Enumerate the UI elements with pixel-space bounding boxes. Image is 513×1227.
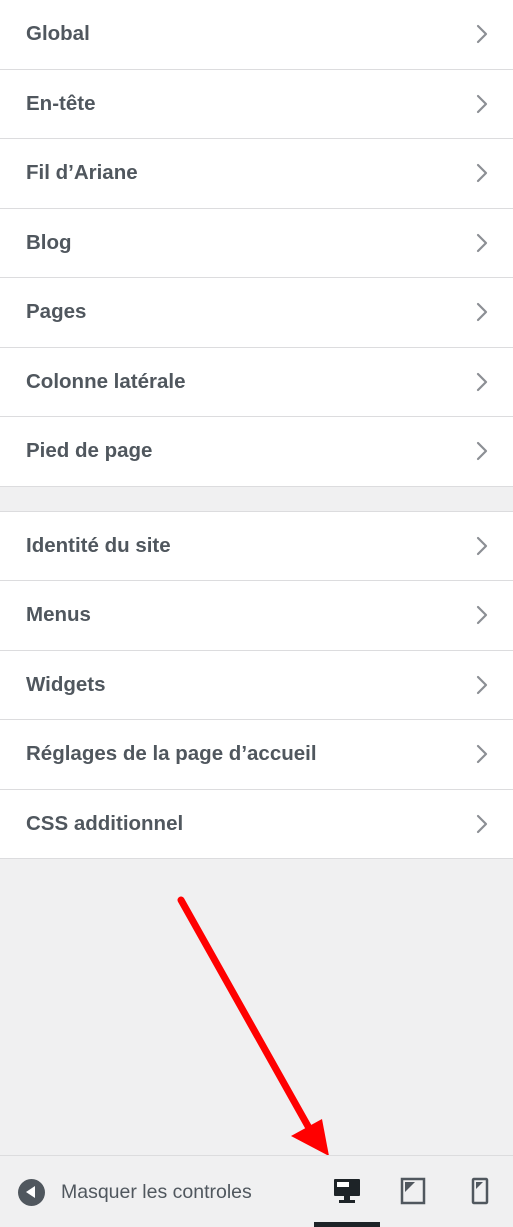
menu-item-label: Menus [26,603,91,627]
chevron-right-icon [476,94,488,113]
menu-item-label: Blog [26,230,72,254]
menu-item-label: Fil d’Ariane [26,161,138,185]
menu-item-additional-css[interactable]: CSS additionnel [0,790,513,859]
menu-item-site-identity[interactable]: Identité du site [0,512,513,581]
menu-item-label: Réglages de la page d’accueil [26,742,317,766]
menu-item-label: CSS additionnel [26,811,184,835]
chevron-right-icon [476,303,488,322]
customizer-panel: Global En-tête Fil d’Ariane Blog Pages C… [0,0,513,1227]
preview-desktop-button[interactable] [314,1156,380,1227]
chevron-right-icon [476,442,488,461]
menu-item-global[interactable]: Global [0,0,513,70]
collapse-sidebar-button[interactable]: Masquer les controles [18,1176,252,1208]
menu-item-widgets[interactable]: Widgets [0,651,513,720]
customizer-footer: Masquer les controles [0,1155,513,1227]
chevron-right-icon [476,675,488,694]
preview-mobile-button[interactable] [447,1156,513,1226]
menu-item-label: Pied de page [26,439,153,463]
menu-item-label: Identité du site [26,533,171,557]
menu-item-homepage-settings[interactable]: Réglages de la page d’accueil [0,720,513,790]
menu-item-menus[interactable]: Menus [0,581,513,651]
chevron-right-icon [476,233,488,252]
menu-item-breadcrumb[interactable]: Fil d’Ariane [0,139,513,209]
mobile-icon [471,1177,489,1205]
chevron-right-icon [476,814,488,833]
menu-item-label: Global [26,22,90,46]
collapse-label: Masquer les controles [61,1180,252,1203]
section-separator [0,486,513,511]
chevron-right-icon [476,536,488,555]
menu-item-header[interactable]: En-tête [0,70,513,139]
menu-item-blog[interactable]: Blog [0,209,513,278]
menu-item-label: Colonne latérale [26,369,186,393]
chevron-right-icon [476,606,488,625]
preview-tablet-button[interactable] [380,1156,446,1226]
chevron-right-icon [476,164,488,183]
menu-item-sidebar[interactable]: Colonne latérale [0,348,513,417]
chevron-right-icon [476,372,488,391]
chevron-right-icon [476,25,488,44]
menu-item-label: Pages [26,300,87,324]
chevron-right-icon [476,745,488,764]
menu-item-label: Widgets [26,672,106,696]
menu-item-label: En-tête [26,91,96,115]
tablet-icon [400,1177,426,1205]
customizer-section-site: Identité du site Menus Widgets Réglages … [0,510,513,859]
arrow-left-circle-icon [18,1178,45,1206]
menu-item-footer[interactable]: Pied de page [0,417,513,487]
customizer-section-theme: Global En-tête Fil d’Ariane Blog Pages C… [0,0,513,487]
menu-item-pages[interactable]: Pages [0,278,513,348]
desktop-icon [334,1179,360,1203]
